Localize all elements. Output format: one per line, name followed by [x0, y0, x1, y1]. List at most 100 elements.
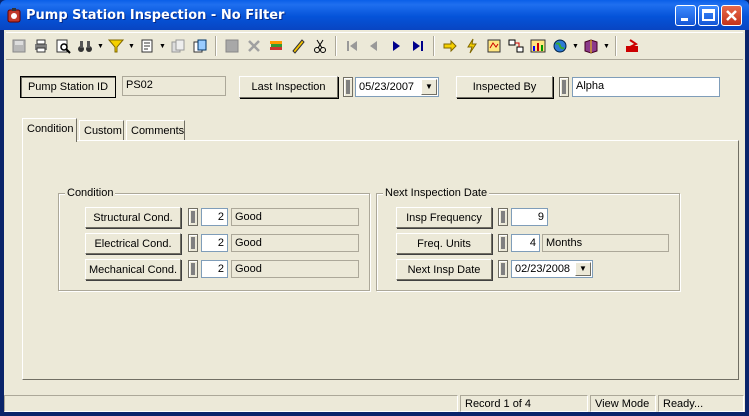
print-icon[interactable] — [30, 35, 52, 57]
map-icon[interactable] — [483, 35, 505, 57]
lock-indicator[interactable] — [559, 77, 569, 97]
first-record-icon[interactable] — [341, 35, 363, 57]
structural-cond-code[interactable]: 2 — [201, 208, 228, 226]
print-preview-icon[interactable] — [52, 35, 74, 57]
minimize-button[interactable] — [675, 5, 696, 26]
status-pane-empty — [4, 395, 458, 412]
tab-comments-label: Comments — [131, 125, 185, 137]
tab-panel: Condition Structural Cond. 2 Good Electr… — [22, 140, 739, 380]
insp-frequency-label: Insp Frequency — [406, 211, 482, 224]
previous-record-icon[interactable] — [363, 35, 385, 57]
mechanical-cond-button[interactable]: Mechanical Cond. — [85, 259, 181, 280]
pump-station-id-label: Pump Station ID — [27, 81, 109, 93]
chart-icon[interactable] — [527, 35, 549, 57]
status-state: Ready... — [658, 395, 744, 412]
pump-station-id-field: PS02 — [122, 76, 226, 96]
condition-group: Condition Structural Cond. 2 Good Electr… — [58, 187, 370, 291]
exit-icon[interactable] — [621, 35, 643, 57]
minimize-icon — [681, 18, 688, 21]
tab-custom[interactable]: Custom — [79, 120, 124, 142]
client-area: ▼ ▼ ▼ ▼ ▼ Pump Station ID PS02 Last Insp… — [4, 30, 745, 412]
freq-units-desc: Months — [542, 234, 669, 252]
lock-indicator[interactable] — [188, 234, 198, 252]
chevron-down-icon[interactable]: ▼ — [127, 43, 136, 50]
chevron-down-icon[interactable]: ▼ — [96, 43, 105, 50]
pencil-icon[interactable] — [287, 35, 309, 57]
delete-icon[interactable] — [243, 35, 265, 57]
freq-units-code[interactable]: 4 — [511, 234, 540, 252]
scissors-icon[interactable] — [309, 35, 331, 57]
lock-indicator[interactable] — [498, 260, 508, 278]
lock-indicator[interactable] — [188, 208, 198, 226]
tab-condition-label: Condition — [27, 123, 74, 135]
next-inspection-group: Next Inspection Date Insp Frequency 9 Fr… — [376, 187, 680, 291]
freq-units-button[interactable]: Freq. Units — [396, 233, 492, 254]
inspected-by-label: Inspected By — [472, 81, 537, 93]
title-bar[interactable]: Pump Station Inspection - No Filter — [0, 0, 749, 30]
filter-icon[interactable] — [105, 35, 127, 57]
next-insp-date-select[interactable]: 02/23/2008 ▼ — [511, 260, 593, 278]
lock-indicator[interactable] — [498, 234, 508, 252]
lightning-icon[interactable] — [461, 35, 483, 57]
status-mode: View Mode — [590, 395, 656, 412]
chevron-down-icon[interactable]: ▼ — [602, 43, 611, 50]
lock-indicator[interactable] — [498, 208, 508, 226]
condition-group-title: Condition — [65, 187, 116, 199]
next-insp-date-label: Next Insp Date — [407, 263, 481, 276]
duplicate-icon[interactable] — [189, 35, 211, 57]
structural-cond-label: Structural Cond. — [93, 211, 173, 224]
close-icon — [726, 10, 737, 21]
mechanical-cond-label: Mechanical Cond. — [88, 263, 178, 276]
last-inspection-button[interactable]: Last Inspection — [239, 76, 338, 98]
go-to-icon[interactable] — [439, 35, 461, 57]
link-icon[interactable] — [505, 35, 527, 57]
last-record-icon[interactable] — [407, 35, 429, 57]
next-insp-date-value: 02/23/2008 — [515, 263, 571, 275]
close-button[interactable] — [721, 5, 742, 26]
freq-units-label: Freq. Units — [417, 237, 471, 250]
save-icon[interactable] — [8, 35, 30, 57]
binoculars-icon[interactable] — [74, 35, 96, 57]
last-inspection-date-value: 05/23/2007 — [359, 81, 415, 93]
status-bar: Record 1 of 4 View Mode Ready... — [4, 394, 745, 412]
electrical-cond-button[interactable]: Electrical Cond. — [85, 233, 181, 254]
last-inspection-label: Last Inspection — [251, 81, 326, 93]
chevron-down-icon[interactable]: ▼ — [421, 79, 437, 95]
toolbar: ▼ ▼ ▼ ▼ ▼ — [6, 32, 743, 60]
chevron-down-icon[interactable]: ▼ — [575, 262, 591, 276]
inspected-by-field[interactable]: Alpha — [572, 77, 720, 97]
maximize-icon — [702, 9, 715, 21]
insp-frequency-button[interactable]: Insp Frequency — [396, 207, 492, 228]
lock-indicator[interactable] — [343, 77, 353, 97]
structural-cond-button[interactable]: Structural Cond. — [85, 207, 181, 228]
tab-condition[interactable]: Condition — [22, 118, 77, 142]
globe-icon[interactable] — [549, 35, 571, 57]
chevron-down-icon[interactable]: ▼ — [158, 43, 167, 50]
next-inspection-group-title: Next Inspection Date — [383, 187, 490, 199]
save-record-icon[interactable] — [221, 35, 243, 57]
electrical-cond-label: Electrical Cond. — [94, 237, 172, 250]
electrical-cond-code[interactable]: 2 — [201, 234, 228, 252]
pump-station-id-button[interactable]: Pump Station ID — [20, 76, 116, 98]
next-insp-date-button[interactable]: Next Insp Date — [396, 259, 492, 280]
tab-custom-label: Custom — [84, 125, 122, 137]
next-record-icon[interactable] — [385, 35, 407, 57]
records-icon[interactable] — [136, 35, 158, 57]
edit-books-icon[interactable] — [265, 35, 287, 57]
mechanical-cond-code[interactable]: 2 — [201, 260, 228, 278]
copy-icon[interactable] — [167, 35, 189, 57]
status-record: Record 1 of 4 — [460, 395, 588, 412]
lock-indicator[interactable] — [188, 260, 198, 278]
app-window: Pump Station Inspection - No Filter ▼ ▼ … — [0, 0, 749, 416]
app-icon — [7, 8, 21, 23]
inspected-by-button[interactable]: Inspected By — [456, 76, 553, 98]
maximize-button[interactable] — [698, 5, 719, 26]
last-inspection-date-select[interactable]: 05/23/2007 ▼ — [355, 77, 439, 97]
insp-frequency-field[interactable]: 9 — [511, 208, 548, 226]
tab-comments[interactable]: Comments — [126, 120, 185, 142]
mechanical-cond-desc: Good — [231, 260, 359, 278]
chevron-down-icon[interactable]: ▼ — [571, 43, 580, 50]
structural-cond-desc: Good — [231, 208, 359, 226]
window-title: Pump Station Inspection - No Filter — [26, 8, 285, 23]
book-icon[interactable] — [580, 35, 602, 57]
